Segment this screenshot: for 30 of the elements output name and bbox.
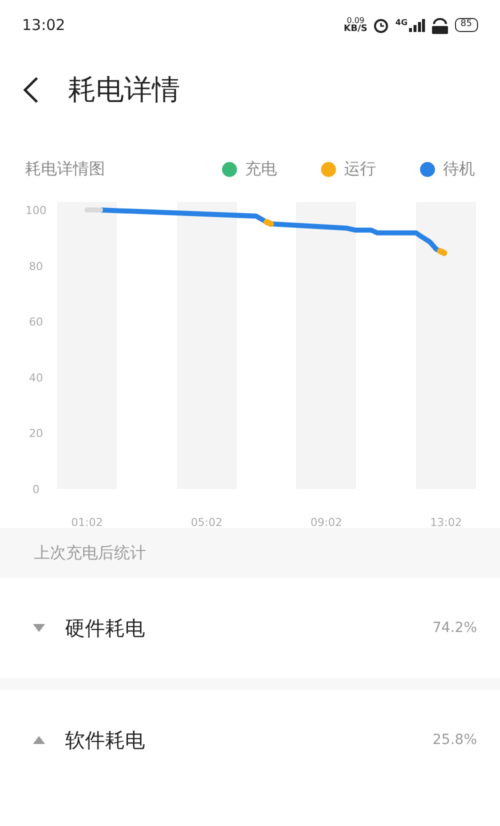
line-segment	[84, 208, 103, 212]
legend-label: 待机	[443, 158, 475, 180]
x-tick-label: 09:02	[310, 516, 342, 529]
section-header: 上次充电后统计	[34, 542, 146, 564]
page-title: 耗电详情	[68, 72, 180, 108]
net-speed: 0.09 KB/S	[344, 16, 368, 34]
chart-title: 耗电详情图	[25, 158, 105, 180]
row-label: 硬件耗电	[65, 615, 145, 642]
row-label: 软件耗电	[65, 727, 145, 754]
y-tick-label: 0	[32, 483, 40, 496]
x-tick-label: 05:02	[190, 516, 223, 529]
legend-label: 运行	[344, 158, 376, 180]
y-tick-label: 100	[26, 204, 46, 217]
row-percentage: 25.8%	[432, 730, 477, 750]
stats-row[interactable]: 硬件耗电 74.2%	[0, 578, 500, 678]
row-percentage: 74.2%	[432, 618, 477, 638]
y-tick-label: 60	[29, 316, 43, 329]
y-tick-label: 20	[29, 427, 43, 440]
status-time: 13:02	[22, 14, 66, 36]
legend-label: 充电	[245, 158, 277, 180]
y-tick-label: 40	[29, 371, 43, 384]
stats-row[interactable]: 软件耗电 25.8%	[0, 690, 500, 790]
signal-icon	[408, 18, 425, 32]
battery-indicator: 85	[454, 18, 478, 32]
x-tick-label: 01:02	[71, 516, 103, 529]
network-type: 4G	[395, 18, 408, 26]
x-tick-label: 13:02	[430, 516, 462, 529]
y-tick-label: 80	[29, 260, 43, 273]
alarm-icon	[373, 17, 390, 33]
back-icon[interactable]	[22, 76, 40, 104]
